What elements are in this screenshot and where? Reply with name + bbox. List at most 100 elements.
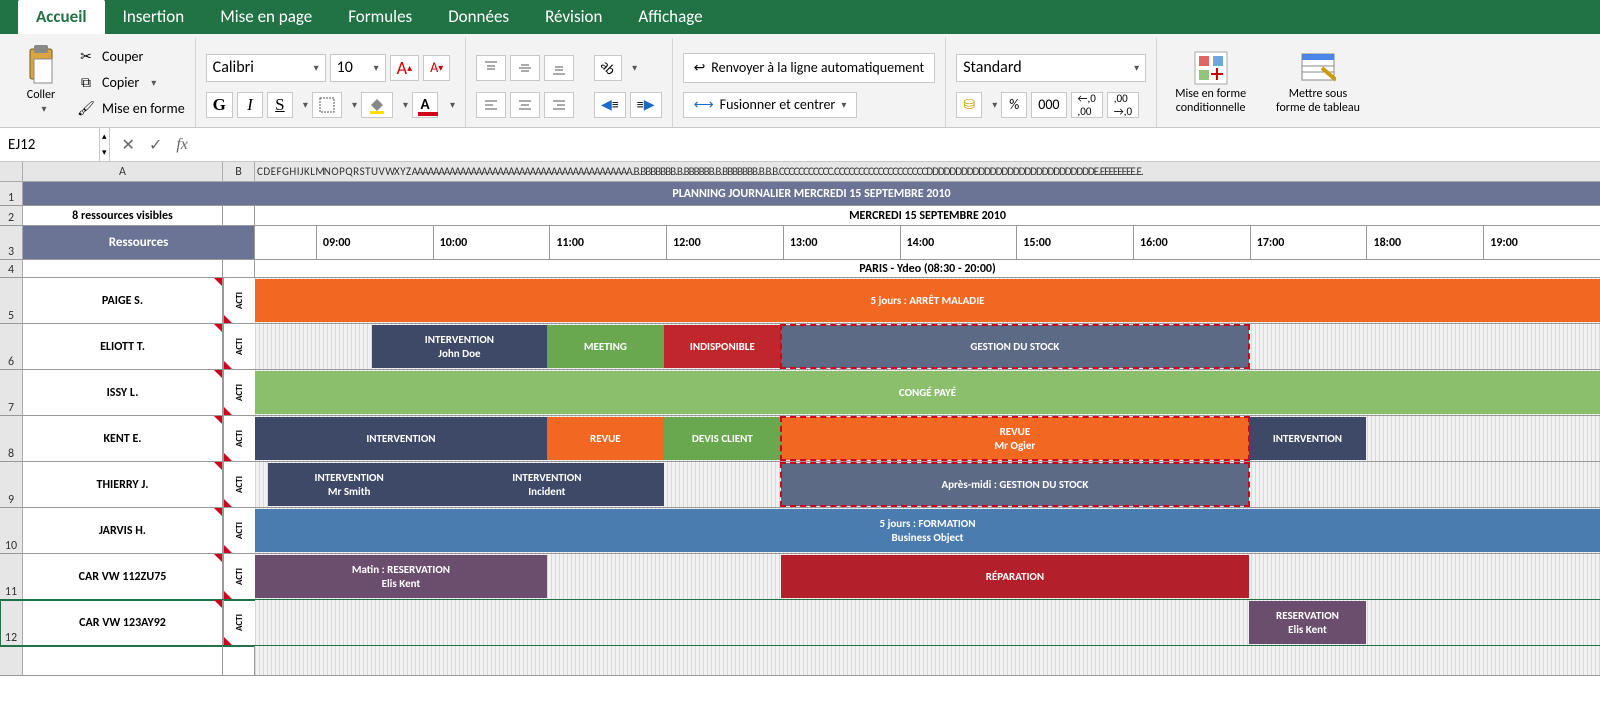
font-name-select[interactable]: Calibri▾ (206, 54, 326, 82)
tab-revision[interactable]: Révision (527, 0, 620, 34)
align-top-button[interactable] (476, 55, 506, 81)
acti-cell[interactable]: ACTI (223, 554, 255, 599)
acti-cell[interactable]: ACTI (223, 278, 255, 323)
event-reparation[interactable]: RÉPARATION (781, 555, 1249, 598)
resource-name[interactable]: PAIGE S. (23, 278, 223, 323)
row-header-9[interactable]: 9 (0, 462, 23, 507)
tab-mise-en-page[interactable]: Mise en page (202, 0, 330, 34)
event-intervention[interactable]: INTERVENTIONJohn Doe (372, 325, 547, 368)
resource-name[interactable]: CAR VW 112ZU75 (23, 554, 223, 599)
acti-cell[interactable]: ACTI (223, 416, 255, 461)
decrease-indent-button[interactable]: ◀≡ (594, 92, 626, 118)
align-middle-button[interactable] (510, 55, 540, 81)
acti-cell[interactable]: ACTI (223, 462, 255, 507)
event-intervention-smith[interactable]: INTERVENTIONMr Smith (268, 463, 429, 506)
merge-center-button[interactable]: ⟷ Fusionner et centrer ▾ (683, 92, 858, 118)
timeline[interactable]: Matin : RESERVATIONElis Kent RÉPARATION (255, 554, 1600, 599)
timeline[interactable]: 5 jours : FORMATIONBusiness Object (255, 508, 1600, 553)
format-as-table-button[interactable]: Mettre sousforme de tableau (1268, 38, 1368, 127)
decrease-font-button[interactable]: A▾ (423, 55, 450, 81)
tab-insertion[interactable]: Insertion (105, 0, 203, 34)
resource-name[interactable]: THIERRY J. (23, 462, 223, 507)
timeline[interactable]: INTERVENTIONMr Smith INTERVENTIONInciden… (255, 462, 1600, 507)
resource-name[interactable]: CAR VW 123AY92 (23, 600, 223, 645)
event-meeting[interactable]: MEETING (547, 325, 664, 368)
increase-decimal-button[interactable]: ←,0,00 (1071, 92, 1103, 118)
tab-formules[interactable]: Formules (330, 0, 430, 34)
number-format-select[interactable]: Standard▾ (956, 54, 1146, 82)
event-reservation-matin[interactable]: Matin : RESERVATIONElis Kent (255, 555, 547, 598)
row-header-3[interactable]: 3 (0, 226, 23, 259)
align-left-button[interactable] (476, 92, 506, 118)
col-header-b[interactable]: B (223, 162, 255, 181)
column-headers[interactable]: A B C D E F G H I J K L MN O P Q R S T U… (0, 162, 1600, 182)
name-box-stepper[interactable]: ▴▾ (100, 128, 110, 161)
align-bottom-button[interactable] (544, 55, 574, 81)
event-intervention[interactable]: INTERVENTION (255, 417, 547, 460)
event-intervention-2[interactable]: INTERVENTION (1249, 417, 1366, 460)
resource-name[interactable]: JARVIS H. (23, 508, 223, 553)
select-all-corner[interactable] (0, 162, 23, 181)
tab-donnees[interactable]: Données (430, 0, 527, 34)
cancel-formula-button[interactable]: ✕ (122, 135, 135, 155)
increase-indent-button[interactable]: ≡▶ (630, 92, 662, 118)
cut-button[interactable]: ✂Couper (76, 45, 185, 69)
tab-affichage[interactable]: Affichage (620, 0, 720, 34)
copy-button[interactable]: ⧉Copier▾ (76, 71, 185, 95)
format-painter-button[interactable]: 🖌Mise en forme (76, 97, 185, 121)
event-revue[interactable]: REVUE (547, 417, 664, 460)
row-header-7[interactable]: 7 (0, 370, 23, 415)
bold-button[interactable]: G (206, 92, 233, 118)
timeline[interactable]: RESERVATIONElis Kent (255, 600, 1600, 645)
row-header-12[interactable]: 12 (0, 600, 23, 645)
name-box[interactable]: EJ12 (0, 128, 100, 161)
row-header-11[interactable]: 11 (0, 554, 23, 599)
col-headers-rest[interactable]: C D E F G H I J K L MN O P Q R S T U V W… (255, 162, 1600, 181)
tab-accueil[interactable]: Accueil (18, 0, 105, 34)
percent-button[interactable]: % (1001, 92, 1027, 118)
col-header-a[interactable]: A (23, 162, 223, 181)
row-header-6[interactable]: 6 (0, 324, 23, 369)
acti-cell[interactable]: ACTI (223, 508, 255, 553)
timeline[interactable]: INTERVENTION REVUE DEVIS CLIENT REVUEMr … (255, 416, 1600, 461)
resource-name[interactable]: ELIOTT T. (23, 324, 223, 369)
row-header-2[interactable]: 2 (0, 206, 23, 225)
resource-name[interactable]: ISSY L. (23, 370, 223, 415)
fill-color-button[interactable] (361, 92, 393, 118)
stepper-down-icon[interactable]: ▾ (100, 145, 109, 162)
timeline[interactable]: 5 jours : ARRÊT MALADIE (255, 278, 1600, 323)
decrease-decimal-button[interactable]: ,00→,0 (1107, 92, 1139, 118)
thousands-button[interactable]: 000 (1031, 92, 1066, 118)
row-header-4[interactable]: 4 (0, 260, 23, 277)
conditional-format-button[interactable]: Mise en formeconditionnelle (1167, 38, 1254, 127)
event-revue-ogier[interactable]: REVUEMr Ogier (781, 417, 1249, 460)
event-formation[interactable]: 5 jours : FORMATIONBusiness Object (255, 509, 1600, 552)
stepper-up-icon[interactable]: ▴ (100, 128, 109, 145)
acti-cell[interactable]: ACTI (223, 370, 255, 415)
event-gestion-stock-pm[interactable]: Après-midi : GESTION DU STOCK (781, 463, 1249, 506)
increase-font-button[interactable]: A▴ (390, 55, 419, 81)
event-arret-maladie[interactable]: 5 jours : ARRÊT MALADIE (255, 279, 1600, 322)
confirm-formula-button[interactable]: ✓ (149, 135, 162, 155)
acti-cell[interactable]: ACTI (223, 324, 255, 369)
timeline[interactable]: CONGÉ PAYÉ (255, 370, 1600, 415)
paste-button[interactable]: Coller ▾ (16, 45, 66, 116)
event-intervention-incident[interactable]: INTERVENTIONIncident (430, 463, 664, 506)
row-header-1[interactable]: 1 (0, 182, 23, 205)
row-header-10[interactable]: 10 (0, 508, 23, 553)
acti-cell[interactable]: ACTI (223, 600, 255, 645)
orientation-button[interactable]: ab (594, 55, 622, 81)
row-header-8[interactable]: 8 (0, 416, 23, 461)
align-center-button[interactable] (510, 92, 540, 118)
event-indisponible[interactable]: INDISPONIBLE (664, 325, 781, 368)
formula-input[interactable] (200, 128, 1600, 161)
currency-button[interactable]: ⛁ (956, 92, 982, 118)
row-header-empty[interactable] (0, 646, 23, 675)
event-gestion-stock[interactable]: GESTION DU STOCK (781, 325, 1249, 368)
event-reservation[interactable]: RESERVATIONElis Kent (1249, 601, 1366, 644)
italic-button[interactable]: I (237, 92, 263, 118)
event-conge-paye[interactable]: CONGÉ PAYÉ (255, 371, 1600, 414)
resource-name[interactable]: KENT E. (23, 416, 223, 461)
row-header-5[interactable]: 5 (0, 278, 23, 323)
font-size-select[interactable]: 10▾ (330, 54, 386, 82)
